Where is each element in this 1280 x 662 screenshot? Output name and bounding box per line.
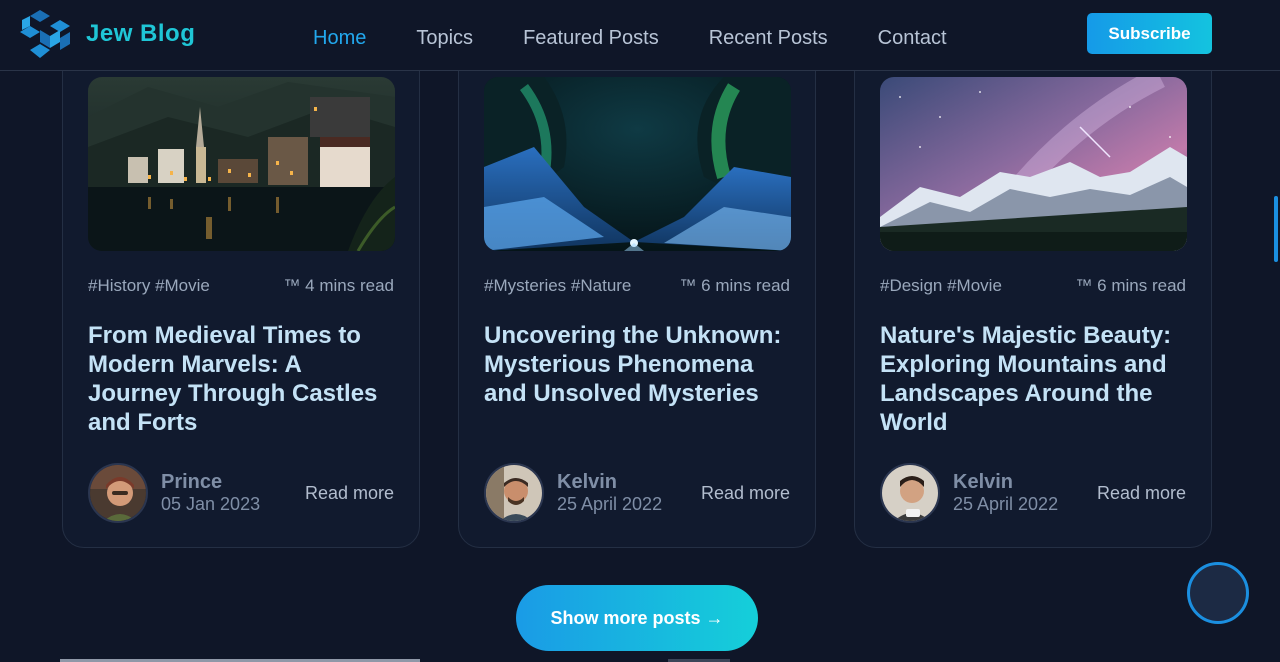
post-image-aurora-canyon[interactable] — [484, 77, 791, 251]
read-time: ™ 6 mins read — [1075, 276, 1186, 295]
post-date: 05 Jan 2023 — [161, 494, 261, 514]
post-card[interactable]: #Mysteries #Nature ™ 6 mins read Uncover… — [458, 40, 816, 548]
avatar — [88, 463, 148, 523]
brand-name: Jew Blog — [86, 20, 196, 47]
post-card[interactable]: #Design #Movie ™ 6 mins read Nature's Ma… — [854, 40, 1212, 548]
nav-recent-posts[interactable]: Recent Posts — [709, 26, 828, 50]
author-name: Prince — [161, 471, 223, 493]
avatar — [880, 463, 940, 523]
main-nav: Home Topics Featured Posts Recent Posts … — [313, 26, 997, 50]
post-title[interactable]: Uncovering the Unknown: Mysterious Pheno… — [484, 321, 794, 408]
read-more-link[interactable]: Read more — [701, 483, 790, 504]
post-title[interactable]: Nature's Majestic Beauty: Exploring Moun… — [880, 321, 1190, 437]
nav-topics[interactable]: Topics — [416, 26, 473, 50]
post-image-lakeside-village[interactable] — [88, 77, 395, 251]
post-date: 25 April 2022 — [557, 494, 663, 514]
nav-featured-posts[interactable]: Featured Posts — [523, 26, 659, 50]
nav-contact[interactable]: Contact — [878, 26, 947, 50]
scrollbar-thumb[interactable] — [1274, 196, 1278, 262]
nav-home[interactable]: Home — [313, 26, 366, 50]
author-name: Kelvin — [557, 471, 618, 493]
read-time: ™ 6 mins read — [679, 276, 790, 295]
read-time: ™ 4 mins read — [283, 276, 394, 295]
post-card[interactable]: #History #Movie ™ 4 mins read From Medie… — [62, 40, 420, 548]
logo[interactable]: Jew Blog — [20, 8, 195, 60]
post-tags: #Mysteries #Nature — [484, 276, 632, 295]
post-tags: #Design #Movie — [880, 276, 1002, 295]
post-tags: #History #Movie — [88, 276, 210, 295]
post-title[interactable]: From Medieval Times to Modern Marvels: A… — [88, 321, 398, 437]
read-more-link[interactable]: Read more — [305, 483, 394, 504]
post-date: 25 April 2022 — [953, 494, 1059, 514]
avatar — [484, 463, 544, 523]
show-more-posts-button[interactable]: Show more posts → — [516, 585, 758, 651]
site-header: Jew Blog Home Topics Featured Posts Rece… — [0, 0, 1280, 71]
read-more-link[interactable]: Read more — [1097, 483, 1186, 504]
subscribe-button[interactable]: Subscribe — [1087, 13, 1212, 54]
back-to-top-button[interactable] — [1187, 562, 1249, 624]
post-image-milky-way-mountains[interactable] — [880, 77, 1187, 251]
snowflake-cube-logo-icon — [20, 10, 70, 58]
author-name: Kelvin — [953, 471, 1014, 493]
